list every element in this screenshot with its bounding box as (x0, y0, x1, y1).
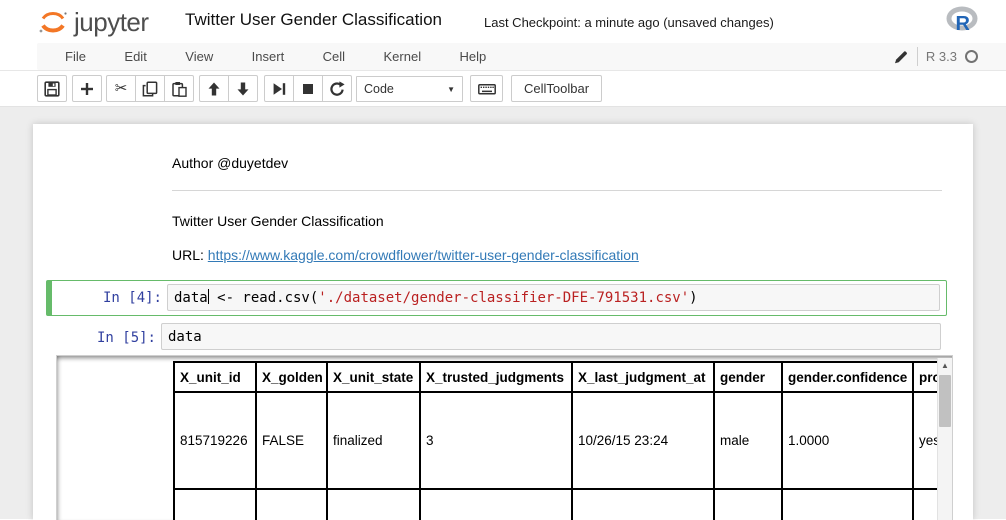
notebook-container: Author @duyetdev Twitter User Gender Cla… (33, 124, 973, 520)
celltoolbar-button[interactable]: CellToolbar (511, 75, 602, 102)
checkpoint-status: Last Checkpoint: a minute ago (unsaved c… (484, 15, 774, 30)
output-table-column-header: gender (714, 362, 782, 392)
restart-kernel-button[interactable] (322, 75, 352, 102)
step-forward-icon (271, 81, 287, 97)
kernel-name: R 3.3 (926, 49, 957, 64)
insert-cell-below-button[interactable] (72, 75, 102, 102)
code-input-in4[interactable]: data <- read.csv('./dataset/gender-class… (167, 284, 940, 311)
output-area[interactable]: X_unit_idX_goldenX_unit_stateX_trusted_j… (56, 355, 953, 520)
save-icon (44, 81, 60, 97)
cell-type-dropdown[interactable]: Code ▼ (356, 76, 463, 102)
output-table: X_unit_idX_goldenX_unit_stateX_trusted_j… (173, 361, 953, 520)
menu-edit[interactable]: Edit (107, 43, 163, 70)
code-text: data (174, 290, 208, 306)
menubar-right: R 3.3 (893, 43, 978, 70)
notebook-header: jupyter Twitter User Gender Classificati… (0, 0, 1006, 43)
scrollbar-up-arrow-icon[interactable]: ▲ (938, 358, 952, 373)
markdown-cell-url: URL: https://www.kaggle.com/crowdflower/… (172, 247, 639, 263)
markdown-hr (172, 190, 942, 191)
output-table-column-header: X_trusted_judgments (420, 362, 572, 392)
code-cell-in5[interactable]: In [5]: data (46, 319, 947, 353)
code-text: <- read.csv( (209, 290, 319, 306)
output-table-column-header: X_golden (256, 362, 327, 392)
output-table-partial-row (174, 489, 953, 520)
output-table-cell (174, 489, 256, 520)
cut-cell-button[interactable]: ✂ (106, 75, 136, 102)
arrow-up-icon (206, 81, 222, 97)
chevron-down-icon: ▼ (447, 85, 455, 94)
cell-type-value: Code (364, 82, 394, 96)
keyboard-icon (478, 81, 496, 97)
menu-cell[interactable]: Cell (306, 43, 362, 70)
output-table-cell: 815719226 (174, 392, 256, 489)
output-table-cell (256, 489, 327, 520)
r-logo-letter: R (956, 13, 971, 35)
kaggle-dataset-link[interactable]: https://www.kaggle.com/crowdflower/twitt… (208, 247, 639, 263)
output-table-cell: finalized (327, 392, 420, 489)
output-table-cell: FALSE (256, 392, 327, 489)
output-table-row: 815719226FALSEfinalized310/26/15 23:24ma… (174, 392, 953, 489)
move-cell-down-button[interactable] (228, 75, 258, 102)
output-table-cell (714, 489, 782, 520)
output-table-cell: 1.0000 (782, 392, 913, 489)
jupyter-logo-icon (36, 4, 70, 40)
input-prompt-in5: In [5]: (46, 330, 156, 346)
jupyter-logo[interactable]: jupyter (36, 4, 149, 40)
output-table-cell (327, 489, 420, 520)
copy-icon (142, 81, 158, 97)
menu-file[interactable]: File (48, 43, 103, 70)
arrow-down-icon (235, 81, 251, 97)
interrupt-kernel-button[interactable] (293, 75, 323, 102)
save-button[interactable] (37, 75, 67, 102)
output-table-cell: 3 (420, 392, 572, 489)
output-table-cell (420, 489, 572, 520)
markdown-cell-author[interactable]: Author @duyetdev (172, 155, 288, 171)
move-cell-up-button[interactable] (199, 75, 229, 102)
output-table-cell: 10/26/15 23:24 (572, 392, 714, 489)
jupyter-logo-text: jupyter (74, 7, 149, 38)
restart-icon (329, 81, 345, 97)
output-table-column-header: X_last_judgment_at (572, 362, 714, 392)
code-text: data (168, 329, 202, 345)
code-input-in5[interactable]: data (161, 323, 941, 350)
output-table-column-header: gender.confidence (782, 362, 913, 392)
command-palette-button[interactable] (470, 75, 503, 102)
menubar: File Edit View Insert Cell Kernel Help R… (37, 43, 1006, 70)
output-table-header-row: X_unit_idX_goldenX_unit_stateX_trusted_j… (174, 362, 953, 392)
scissors-icon: ✂ (115, 81, 128, 96)
menubar-row: File Edit View Insert Cell Kernel Help R… (0, 43, 1006, 71)
menu-insert[interactable]: Insert (235, 43, 302, 70)
output-table-column-header: X_unit_state (327, 362, 420, 392)
scrollbar-thumb[interactable] (939, 375, 951, 427)
markdown-cell-title[interactable]: Twitter User Gender Classification (172, 213, 384, 229)
r-kernel-logo-icon: R (946, 6, 980, 36)
output-table-cell (782, 489, 913, 520)
stop-icon (300, 81, 316, 97)
paste-icon (171, 81, 187, 97)
output-table-cell: male (714, 392, 782, 489)
url-label: URL: (172, 247, 208, 263)
notebook-title[interactable]: Twitter User Gender Classification (185, 10, 442, 30)
copy-cell-button[interactable] (135, 75, 165, 102)
output-table-cell (572, 489, 714, 520)
edit-mode-pencil-icon (893, 49, 909, 65)
menu-help[interactable]: Help (443, 43, 504, 70)
paste-cell-button[interactable] (164, 75, 194, 102)
output-table-column-header: X_unit_id (174, 362, 256, 392)
input-prompt-in4: In [4]: (52, 290, 162, 306)
run-cell-button[interactable] (264, 75, 294, 102)
code-cell-in4[interactable]: In [4]: data <- read.csv('./dataset/gend… (46, 280, 947, 316)
menu-kernel[interactable]: Kernel (367, 43, 439, 70)
menubar-divider (917, 47, 918, 66)
output-scrollbar[interactable]: ▲ (937, 358, 952, 520)
toolbar: ✂ (0, 71, 1006, 107)
menu-view[interactable]: View (168, 43, 230, 70)
code-string-literal: './dataset/gender-classifier-DFE-791531.… (318, 290, 689, 306)
code-text: ) (689, 290, 697, 306)
plus-icon (79, 81, 95, 97)
kernel-idle-indicator-icon (965, 50, 978, 63)
